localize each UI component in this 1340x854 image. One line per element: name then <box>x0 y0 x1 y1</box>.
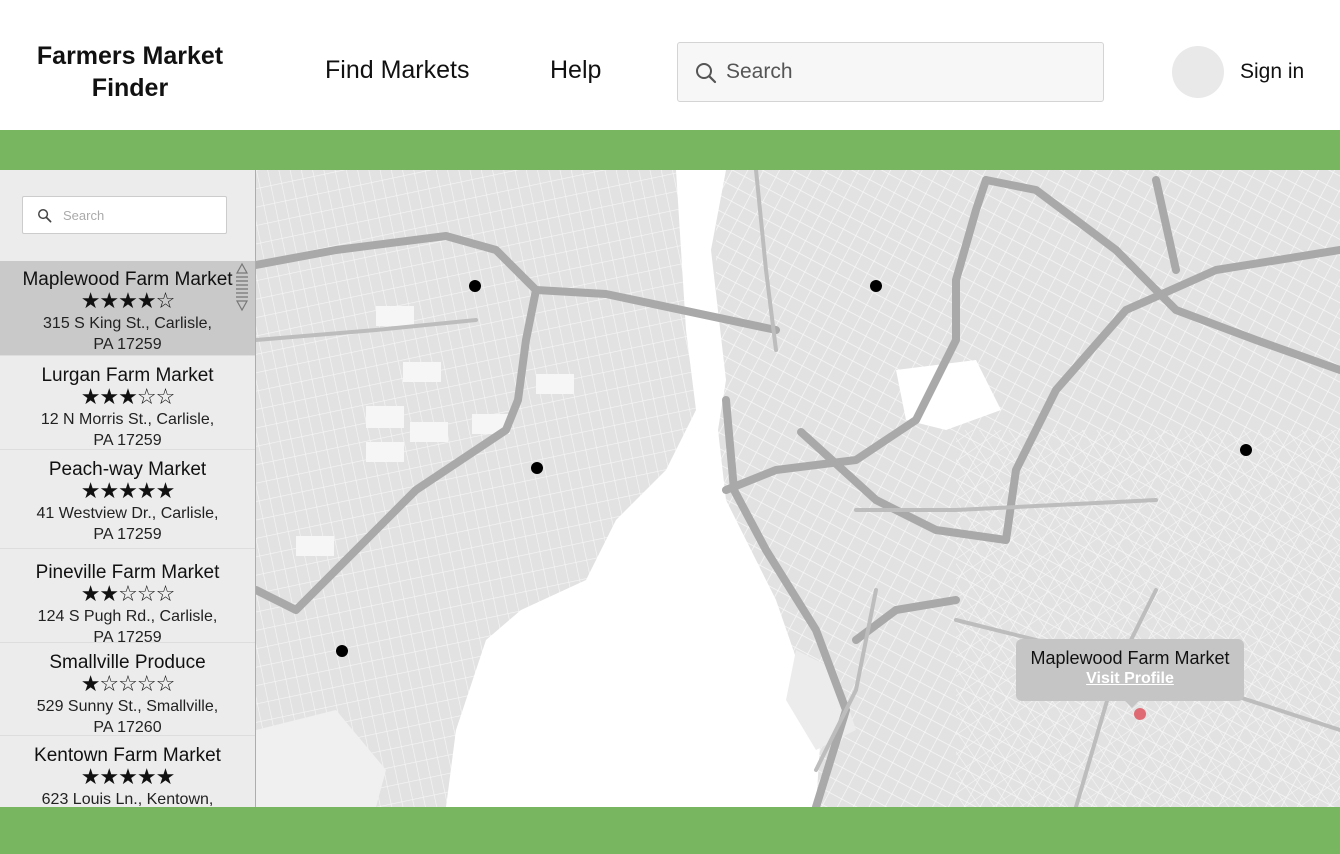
market-name: Pineville Farm Market <box>35 562 220 583</box>
market-list-item[interactable]: Pineville Farm Market ★★☆☆☆ 124 S Pugh R… <box>0 550 255 646</box>
top-green-band <box>0 130 1340 170</box>
market-address-line2: PA 17259 <box>93 336 162 353</box>
map-block <box>410 422 448 442</box>
market-address-line2: PA 17259 <box>93 432 162 449</box>
rating-stars: ★★★☆☆ <box>80 385 176 410</box>
market-address-line1: 12 N Morris St., Carlisle, <box>40 411 215 428</box>
market-address-line1: 529 Sunny St., Smallville, <box>36 698 219 715</box>
rating-stars: ★★★★☆ <box>80 289 176 314</box>
market-list-item[interactable]: Smallville Produce ★☆☆☆☆ 529 Sunny St., … <box>0 644 255 736</box>
nav-help[interactable]: Help <box>550 56 601 85</box>
market-name: Smallville Produce <box>49 652 206 673</box>
sidebar-search-input[interactable] <box>63 197 223 233</box>
market-name: Peach-way Market <box>48 459 207 480</box>
header-search-box[interactable] <box>677 42 1104 102</box>
popup-pointer <box>1124 700 1140 708</box>
brand-title[interactable]: Farmers Market Finder <box>16 40 244 104</box>
map-block <box>403 362 441 382</box>
app-root: Farmers Market Finder Find Markets Help … <box>0 0 1340 854</box>
visit-profile-link[interactable]: Visit Profile <box>1016 670 1244 688</box>
map-block <box>376 306 414 326</box>
market-list-item[interactable]: Peach-way Market ★★★★★ 41 Westview Dr., … <box>0 451 255 549</box>
rating-stars: ★★☆☆☆ <box>80 582 176 607</box>
map-view[interactable]: Maplewood Farm Market Visit Profile <box>256 170 1340 807</box>
map-block <box>366 406 404 428</box>
search-icon <box>696 63 717 84</box>
market-list-item[interactable]: Maplewood Farm Market ★★★★☆ 315 S King S… <box>0 261 255 356</box>
market-list-item[interactable]: Lurgan Farm Market ★★★☆☆ 12 N Morris St.… <box>0 357 255 450</box>
market-name: Maplewood Farm Market <box>22 269 233 290</box>
market-name: Kentown Farm Market <box>34 745 221 766</box>
market-marker[interactable] <box>469 280 481 292</box>
market-address-line1: 315 S King St., Carlisle, <box>43 315 212 332</box>
rating-stars: ★☆☆☆☆ <box>80 672 176 697</box>
market-address-line1: 623 Louis Ln., Kentown, <box>41 791 214 807</box>
map-block <box>366 442 404 462</box>
avatar[interactable] <box>1172 46 1224 98</box>
header-search-input[interactable] <box>726 43 1086 101</box>
market-marker[interactable] <box>336 645 348 657</box>
rating-stars: ★★★★★ <box>80 765 176 790</box>
list-scroll-handle[interactable] <box>234 262 250 312</box>
market-marker[interactable] <box>1240 444 1252 456</box>
market-name: Lurgan Farm Market <box>41 365 214 386</box>
market-address-line1: 124 S Pugh Rd., Carlisle, <box>37 608 218 625</box>
search-icon <box>38 209 52 223</box>
sidebar-search-box[interactable] <box>22 196 227 234</box>
map-block <box>536 374 574 394</box>
bottom-green-band <box>0 807 1340 854</box>
sign-in-link[interactable]: Sign in <box>1240 60 1304 84</box>
market-marker[interactable] <box>531 462 543 474</box>
market-marker[interactable] <box>870 280 882 292</box>
rating-stars: ★★★★★ <box>80 479 176 504</box>
map-canvas <box>256 170 1340 807</box>
market-address-line2: PA 17260 <box>93 719 162 736</box>
nav-find-markets[interactable]: Find Markets <box>325 56 469 85</box>
market-list-item[interactable]: Kentown Farm Market ★★★★★ 623 Louis Ln.,… <box>0 737 255 807</box>
market-address-line1: 41 Westview Dr., Carlisle, <box>36 505 219 522</box>
map-block <box>296 536 334 556</box>
map-popup: Maplewood Farm Market Visit Profile <box>1016 639 1244 701</box>
header: Farmers Market Finder Find Markets Help … <box>0 0 1340 130</box>
popup-title: Maplewood Farm Market <box>1030 648 1230 668</box>
selected-market-marker[interactable] <box>1134 708 1146 720</box>
market-address-line2: PA 17259 <box>93 526 162 543</box>
sidebar: Maplewood Farm Market ★★★★☆ 315 S King S… <box>0 170 256 807</box>
